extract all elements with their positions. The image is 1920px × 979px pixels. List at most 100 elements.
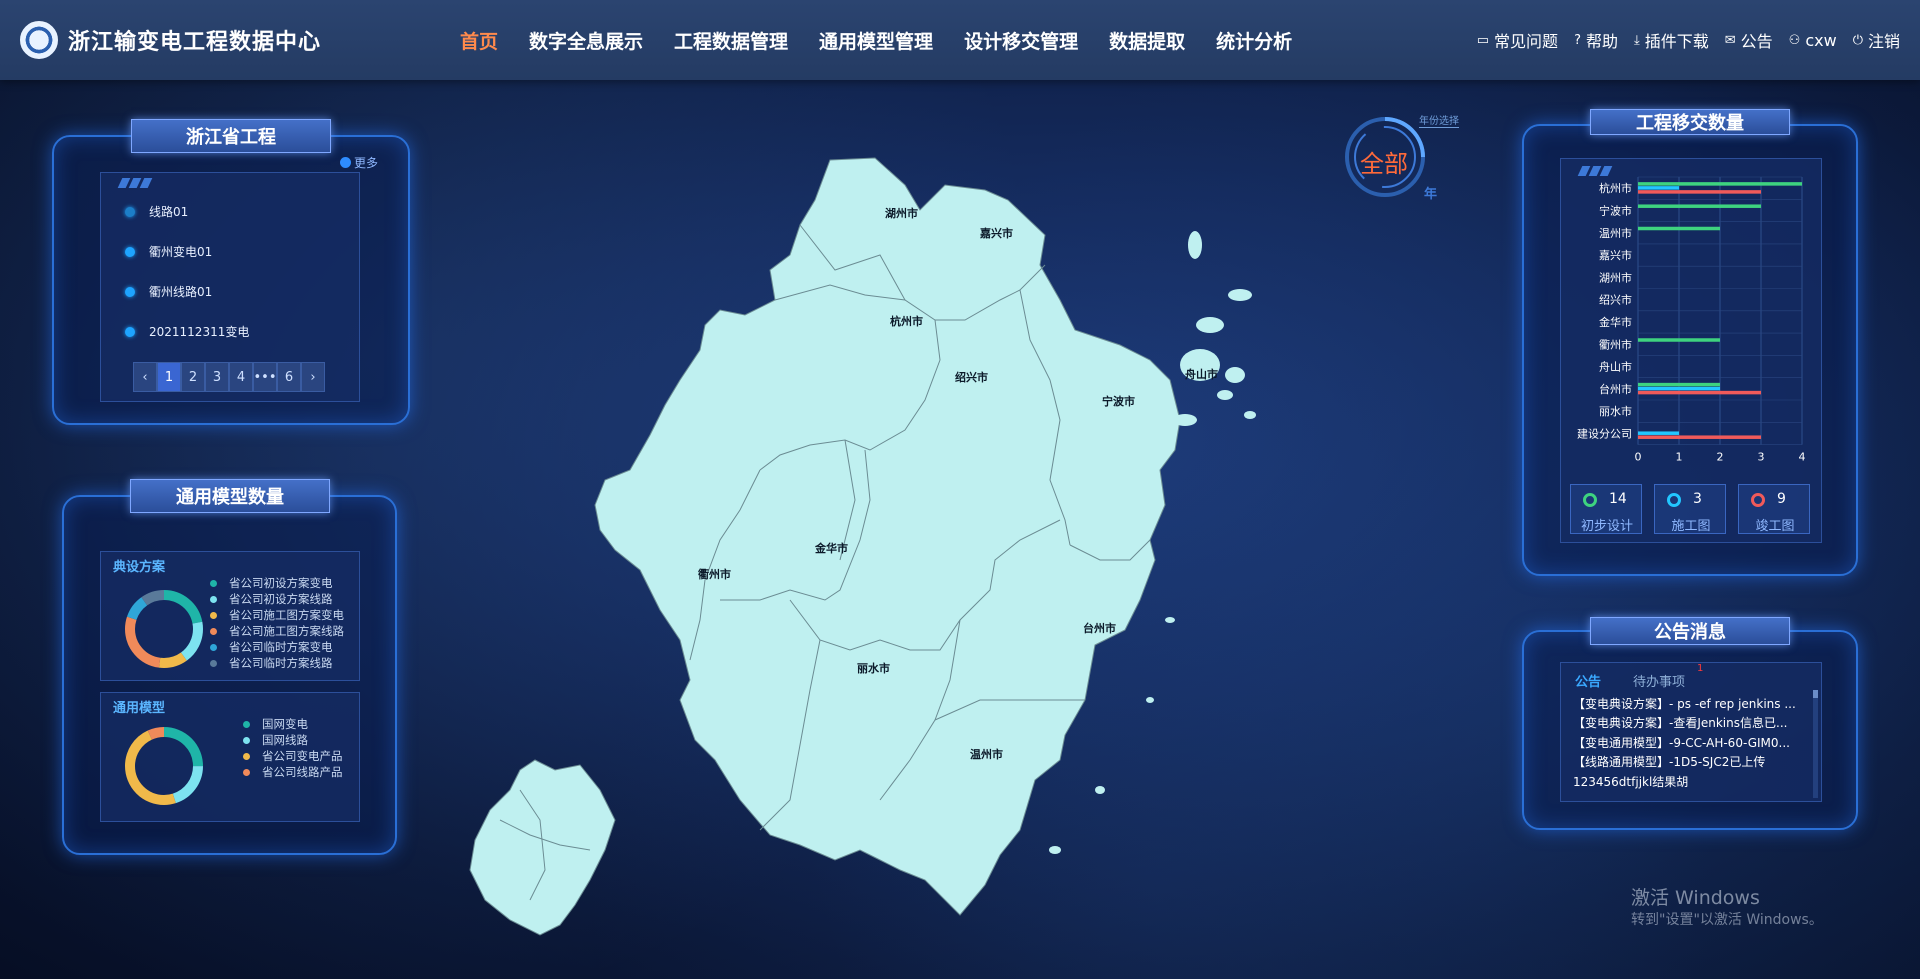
top-bar: 浙江输变电工程数据中心 首页 数字全息展示 工程数据管理 通用模型管理 设计移交…: [0, 0, 1920, 80]
pager-next[interactable]: ›: [301, 362, 325, 392]
notice-item[interactable]: 【变电典设方案】- ps -ef rep jenkins ...: [1573, 695, 1796, 712]
legend-dot: [210, 643, 217, 651]
legend-dot: [210, 611, 217, 619]
bullet-icon: [125, 286, 135, 297]
legend-item: 省公司施工图方案变电: [210, 607, 344, 623]
legend-item: 省公司临时方案变电: [210, 639, 333, 655]
pager-page-2[interactable]: 2: [181, 362, 205, 392]
bullet-icon: [125, 326, 135, 337]
generic-model-heading: 通用模型: [113, 701, 166, 716]
project-item-label: 衢州变电01: [149, 245, 213, 259]
notice-item[interactable]: 123456dtfjjkl结果胡: [1573, 773, 1688, 790]
more-label: 更多: [354, 156, 379, 170]
download-label: 插件下载: [1644, 32, 1709, 51]
user-menu[interactable]: ⚇ cxw: [1789, 31, 1837, 50]
help-link[interactable]: ? 帮助: [1574, 28, 1618, 52]
legend-dot: [210, 659, 217, 667]
tab-announcements[interactable]: 公告: [1575, 671, 1601, 690]
stat-value: 9: [1777, 491, 1786, 507]
user-icon: ⚇: [1788, 32, 1801, 48]
y-tick-label: 湖州市: [1599, 270, 1632, 284]
notice-item[interactable]: 【变电典设方案】-查看Jenkins信息已...: [1573, 714, 1787, 731]
x-tick-label: 1: [1676, 451, 1683, 464]
map-label-ningbo: 宁波市: [1102, 394, 1135, 408]
project-item[interactable]: 线路01: [125, 203, 188, 220]
projects-more-link[interactable]: 更多: [340, 154, 378, 171]
pager-page-4[interactable]: 4: [229, 362, 253, 392]
legend-item: 省公司变电产品: [243, 748, 343, 764]
activation-watermark-hint: 转到"设置"以激活 Windows。: [1631, 912, 1823, 928]
announcement-label: 公告: [1740, 32, 1773, 51]
generic-model-donut: [125, 727, 203, 805]
nav-statistics[interactable]: 统计分析: [1216, 27, 1292, 54]
legend-label: 省公司临时方案线路: [229, 656, 333, 670]
year-selector-unit: 年: [1424, 187, 1438, 202]
mail-icon: ✉: [1724, 32, 1736, 48]
legend-label: 国网变电: [262, 717, 308, 731]
nav-project-data[interactable]: 工程数据管理: [674, 27, 788, 54]
stat-value: 14: [1609, 491, 1627, 507]
year-selector-caption: 年份选择: [1419, 112, 1459, 128]
transfer-bar-chart: 0 1 2 3 4 杭州市宁波市温州市嘉兴市湖州市绍兴市金华市衢州市舟山市台州市丽水市建设…: [1577, 176, 1806, 464]
nav-home[interactable]: 首页: [460, 27, 498, 54]
pager-prev[interactable]: ‹: [133, 362, 157, 392]
pager-ellipsis[interactable]: •••: [253, 362, 277, 392]
x-tick-label: 0: [1635, 451, 1642, 464]
legend-item: 省公司初设方案线路: [210, 591, 333, 607]
notice-item[interactable]: 【线路通用模型】-1D5-SJC2已上传: [1573, 753, 1765, 770]
y-tick-label: 建设分公司: [1577, 426, 1632, 440]
decor-stripes: [117, 178, 153, 188]
plugin-download-link[interactable]: ⤓ 插件下载: [1634, 28, 1709, 52]
bar: [1638, 204, 1761, 208]
y-tick-label: 杭州市: [1599, 181, 1632, 195]
bullet-icon: [125, 206, 135, 217]
map-label-huzhou: 湖州市: [885, 206, 918, 220]
stat-value: 3: [1693, 491, 1702, 507]
y-tick-label: 绍兴市: [1599, 293, 1632, 307]
nav-data-extract[interactable]: 数据提取: [1109, 27, 1185, 54]
map-province-shape: [594, 157, 1181, 916]
bar: [1638, 390, 1761, 395]
faq-link[interactable]: ▭ 常见问题: [1477, 28, 1558, 52]
project-item[interactable]: 衢州线路01: [125, 283, 212, 300]
map-label-wenzhou: 温州市: [970, 747, 1003, 761]
legend-item: 省公司施工图方案线路: [210, 623, 344, 639]
pager-page-6[interactable]: 6: [277, 362, 301, 392]
logout-link[interactable]: ⏻ 注销: [1853, 28, 1900, 52]
year-selector-value[interactable]: 全部: [1360, 144, 1408, 179]
bar: [1638, 226, 1720, 231]
todo-badge: 1: [1697, 663, 1704, 674]
announcement-link[interactable]: ✉ 公告: [1725, 28, 1773, 52]
state-grid-logo: [20, 21, 58, 59]
map-label-lishui: 丽水市: [857, 661, 890, 675]
bar: [1638, 182, 1802, 186]
models-panel-title: 通用模型数量: [130, 479, 330, 513]
legend-dot: [210, 627, 217, 635]
nav-digital-display[interactable]: 数字全息展示: [529, 27, 643, 54]
stat-label: 竣工图: [1755, 519, 1795, 534]
preliminary-ring-icon: [1583, 493, 1597, 507]
y-tick-label: 温州市: [1599, 226, 1632, 240]
y-tick-label: 丽水市: [1599, 404, 1632, 418]
main-nav: 首页 数字全息展示 工程数据管理 通用模型管理 设计移交管理 数据提取 统计分析: [460, 0, 1323, 80]
construction-ring-icon: [1667, 493, 1681, 507]
nav-design-transfer[interactable]: 设计移交管理: [964, 27, 1078, 54]
legend-dot: [243, 768, 250, 776]
project-item[interactable]: 衢州变电01: [125, 243, 212, 260]
legend-dot: [243, 736, 250, 744]
legend-label: 省公司线路产品: [262, 765, 343, 779]
bar: [1638, 186, 1679, 190]
stat-construction-drawing: 3 施工图: [1654, 484, 1726, 534]
map-label-shaoxing: 绍兴市: [955, 370, 988, 384]
y-tick-label: 嘉兴市: [1599, 248, 1632, 262]
pager-page-3[interactable]: 3: [205, 362, 229, 392]
nav-model-management[interactable]: 通用模型管理: [819, 27, 933, 54]
tab-todo[interactable]: 待办事项: [1633, 671, 1685, 690]
notices-scrollbar[interactable]: [1813, 690, 1818, 798]
map-label-quzhou: 衢州市: [698, 567, 731, 581]
pager-page-1[interactable]: 1: [157, 362, 181, 392]
y-tick-label: 台州市: [1599, 382, 1632, 396]
notice-item[interactable]: 【变电通用模型】-9-CC-AH-60-GIM0...: [1573, 734, 1790, 751]
project-item[interactable]: 2021112311变电: [125, 323, 249, 340]
legend-item: 国网线路: [243, 732, 308, 748]
